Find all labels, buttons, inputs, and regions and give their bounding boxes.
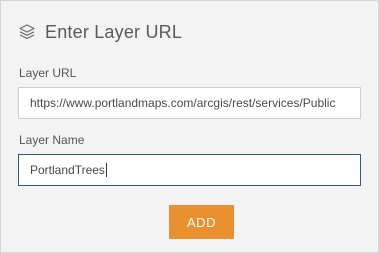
panel-title: Enter Layer URL bbox=[45, 21, 183, 42]
layer-url-value: https://www.portlandmaps.com/arcgis/rest… bbox=[30, 96, 336, 110]
layer-url-input[interactable]: https://www.portlandmaps.com/arcgis/rest… bbox=[18, 87, 361, 119]
layer-name-label: Layer Name bbox=[19, 133, 85, 147]
enter-layer-url-panel: Enter Layer URL Layer URL https://www.po… bbox=[0, 0, 379, 253]
layer-url-label: Layer URL bbox=[19, 66, 77, 80]
layer-name-value: PortlandTrees bbox=[30, 163, 105, 177]
panel-header: Enter Layer URL bbox=[18, 20, 182, 44]
layers-icon bbox=[18, 23, 36, 41]
add-button[interactable]: ADD bbox=[169, 205, 234, 239]
text-caret bbox=[105, 163, 107, 177]
layer-name-input[interactable]: PortlandTrees bbox=[18, 154, 361, 186]
